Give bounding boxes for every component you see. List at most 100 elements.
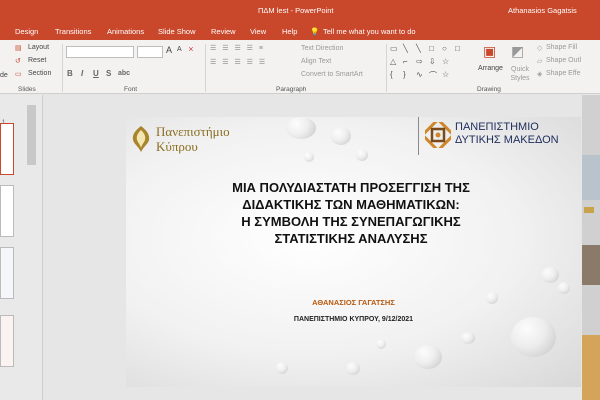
group-divider xyxy=(386,44,387,92)
thumbnail-scrollbar[interactable] xyxy=(27,105,36,165)
slide-title[interactable]: ΜΙΑ ΠΟΛΥΔΙΑΣΤΑΤΗ ΠΡΟΣΕΓΓΙΣΗ ΤΗΣ ΔΙΔΑΚΤΙΚ… xyxy=(186,179,516,247)
title-bar: ΠΔΜ lest - PowerPoint Athanasios Gagatsi… xyxy=(0,0,600,20)
tab-slide-show[interactable]: Slide Show xyxy=(158,27,196,36)
title-line: ΔΙΔΑΚΤΙΚΗΣ ΤΩΝ ΜΑΘΗΜΑΤΙΚΩΝ: xyxy=(242,197,460,212)
triangle-shape-icon[interactable]: △ xyxy=(390,57,396,66)
video-participants-strip xyxy=(582,95,600,400)
water-drop xyxy=(461,332,475,344)
decrease-font-button[interactable]: A xyxy=(177,46,182,53)
group-divider xyxy=(62,44,63,92)
star-shape-icon[interactable]: ☆ xyxy=(442,70,449,79)
paragraph-group-label: Paragraph xyxy=(276,86,307,93)
bracket-shape-icon[interactable]: { xyxy=(390,70,393,79)
slides-group-label: Slides xyxy=(18,86,36,93)
arrange-icon: ▣ xyxy=(483,43,497,59)
water-drop xyxy=(304,152,314,162)
oval-shape-icon[interactable]: ○ xyxy=(442,44,447,53)
ribbon: de ▤ Layout ↺ Reset ▭ Section Slides A A… xyxy=(0,40,600,94)
logo-left-line1: Πανεπιστήμιο xyxy=(156,124,230,139)
right-arrow-shape-icon[interactable]: ⇨ xyxy=(416,57,423,66)
slide[interactable]: Πανεπιστήμιο Κύπρου ΠΑΝΕΠΙΣΤΗΜΙΟ ΔΥΤΙΚΗΣ… xyxy=(126,117,581,387)
increase-font-button[interactable]: A xyxy=(166,45,172,55)
quick-styles-button[interactable]: Quick Styles xyxy=(507,65,533,83)
shapes-gallery[interactable]: ▭ ╲ ╲ □ ○ □ △ ⌐ ⇨ ⇩ ☆ { } ∿ ⌒ ☆ xyxy=(390,44,470,84)
slide-thumbnail-1[interactable] xyxy=(0,123,14,175)
macedonia-knot-icon xyxy=(425,122,451,148)
tab-animations[interactable]: Animations xyxy=(107,27,144,36)
tell-me-search[interactable]: Tell me what you want to do xyxy=(323,27,416,36)
window-title: ΠΔΜ lest - PowerPoint xyxy=(258,6,334,15)
tab-help[interactable]: Help xyxy=(282,27,297,36)
underline-button[interactable]: U xyxy=(93,69,99,78)
clear-format-icon[interactable]: ⨯ xyxy=(188,45,194,53)
bold-button[interactable]: B xyxy=(67,69,73,78)
line-shape-icon[interactable]: ╲ xyxy=(403,44,408,53)
water-drop xyxy=(331,127,351,145)
corner-shape-icon[interactable]: ⌐ xyxy=(403,57,408,66)
participant-video xyxy=(582,335,600,400)
shadow-button[interactable]: abc xyxy=(118,70,130,77)
water-drop xyxy=(511,317,556,357)
slide-thumbnail-2[interactable] xyxy=(0,185,14,237)
star-shape-icon[interactable]: ☆ xyxy=(442,57,449,66)
water-drop xyxy=(541,267,559,283)
shape-effects-icon: ◈ xyxy=(537,71,543,78)
logo-right-line2: ΔΥΤΙΚΗΣ ΜΑΚΕΔΟΝ xyxy=(455,134,559,146)
font-group-label: Font xyxy=(124,86,138,93)
text-direction-button[interactable]: Text Direction xyxy=(301,45,343,52)
participant-video xyxy=(582,155,600,200)
tab-transitions[interactable]: Transitions xyxy=(55,27,91,36)
drawing-group-label: Drawing xyxy=(477,86,501,93)
italic-button[interactable]: I xyxy=(81,69,83,78)
ribbon-tabs: Design Transitions Animations Slide Show… xyxy=(0,20,600,40)
bracket-shape-icon[interactable]: } xyxy=(403,70,406,79)
affiliation-date[interactable]: ΠΑΝΕΠΙΣΤΗΜΙΟ ΚΥΠΡΟΥ, 9/12/2021 xyxy=(126,316,581,323)
line-shape-icon[interactable]: ╲ xyxy=(416,44,421,53)
new-slide-label[interactable]: de xyxy=(0,72,8,79)
title-line: ΣΤΑΤΙΣΤΙΚΗΣ ΑΝΑΛΥΣΗΣ xyxy=(274,231,428,246)
rectangle-shape-icon[interactable]: □ xyxy=(455,44,460,53)
section-icon: ▭ xyxy=(15,71,22,78)
tab-review[interactable]: Review xyxy=(211,27,236,36)
user-name[interactable]: Athanasios Gagatsis xyxy=(508,6,577,15)
group-divider xyxy=(205,44,206,92)
slide-thumbnail-3[interactable] xyxy=(0,247,14,299)
tab-design[interactable]: Design xyxy=(15,27,38,36)
convert-smartart-button[interactable]: Convert to SmartArt xyxy=(301,71,363,78)
layout-button[interactable]: Layout xyxy=(28,44,49,51)
rectangle-shape-icon[interactable]: □ xyxy=(429,44,434,53)
cyprus-emblem-icon xyxy=(132,126,150,152)
lightbulb-icon: 💡 xyxy=(310,27,320,36)
shape-fill-button[interactable]: Shape Fill xyxy=(546,44,577,51)
layout-icon: ▤ xyxy=(15,45,22,52)
quick-styles-icon: ◩ xyxy=(511,43,525,59)
shape-outline-button[interactable]: Shape Outl xyxy=(546,57,581,64)
arrange-button[interactable]: Arrange xyxy=(478,65,503,72)
water-drop xyxy=(558,282,570,294)
water-drop xyxy=(276,362,288,374)
strikethrough-button[interactable]: S xyxy=(106,69,111,78)
reset-button[interactable]: Reset xyxy=(28,57,46,64)
water-drop xyxy=(376,339,386,349)
tab-view[interactable]: View xyxy=(250,27,266,36)
font-size-box[interactable] xyxy=(137,46,163,58)
font-name-box[interactable] xyxy=(66,46,134,58)
participant-video xyxy=(584,207,594,213)
wave-shape-icon[interactable]: ∿ xyxy=(416,70,423,79)
slide-thumbnail-4[interactable] xyxy=(0,315,14,367)
university-of-cyprus-logo: Πανεπιστήμιο Κύπρου xyxy=(130,122,260,156)
title-line: ΜΙΑ ΠΟΛΥΔΙΑΣΤΑΤΗ ΠΡΟΣΕΓΓΙΣΗ ΤΗΣ xyxy=(232,180,470,195)
shape-effects-button[interactable]: Shape Effe xyxy=(546,70,581,77)
water-drop xyxy=(356,149,368,161)
textbox-shape-icon[interactable]: ▭ xyxy=(390,44,398,53)
slide-thumbnail-pane: 1 xyxy=(0,95,43,400)
shape-fill-icon: ◇ xyxy=(537,45,543,52)
align-text-button[interactable]: Align Text xyxy=(301,58,331,65)
align-icon[interactable]: ☰ ☰ ☰ ☰ ☰ xyxy=(210,58,267,66)
author-name[interactable]: ΑΘΑΝΑΣΙΟΣ ΓΑΓΑΤΣΗΣ xyxy=(126,298,581,307)
bullets-icon[interactable]: ☰ ☰ ☰ ☰ ≡ xyxy=(210,44,265,52)
section-button[interactable]: Section xyxy=(28,70,51,77)
arc-shape-icon[interactable]: ⌒ xyxy=(429,70,437,81)
shape-outline-icon: ▱ xyxy=(537,58,543,65)
down-arrow-shape-icon[interactable]: ⇩ xyxy=(429,57,436,66)
